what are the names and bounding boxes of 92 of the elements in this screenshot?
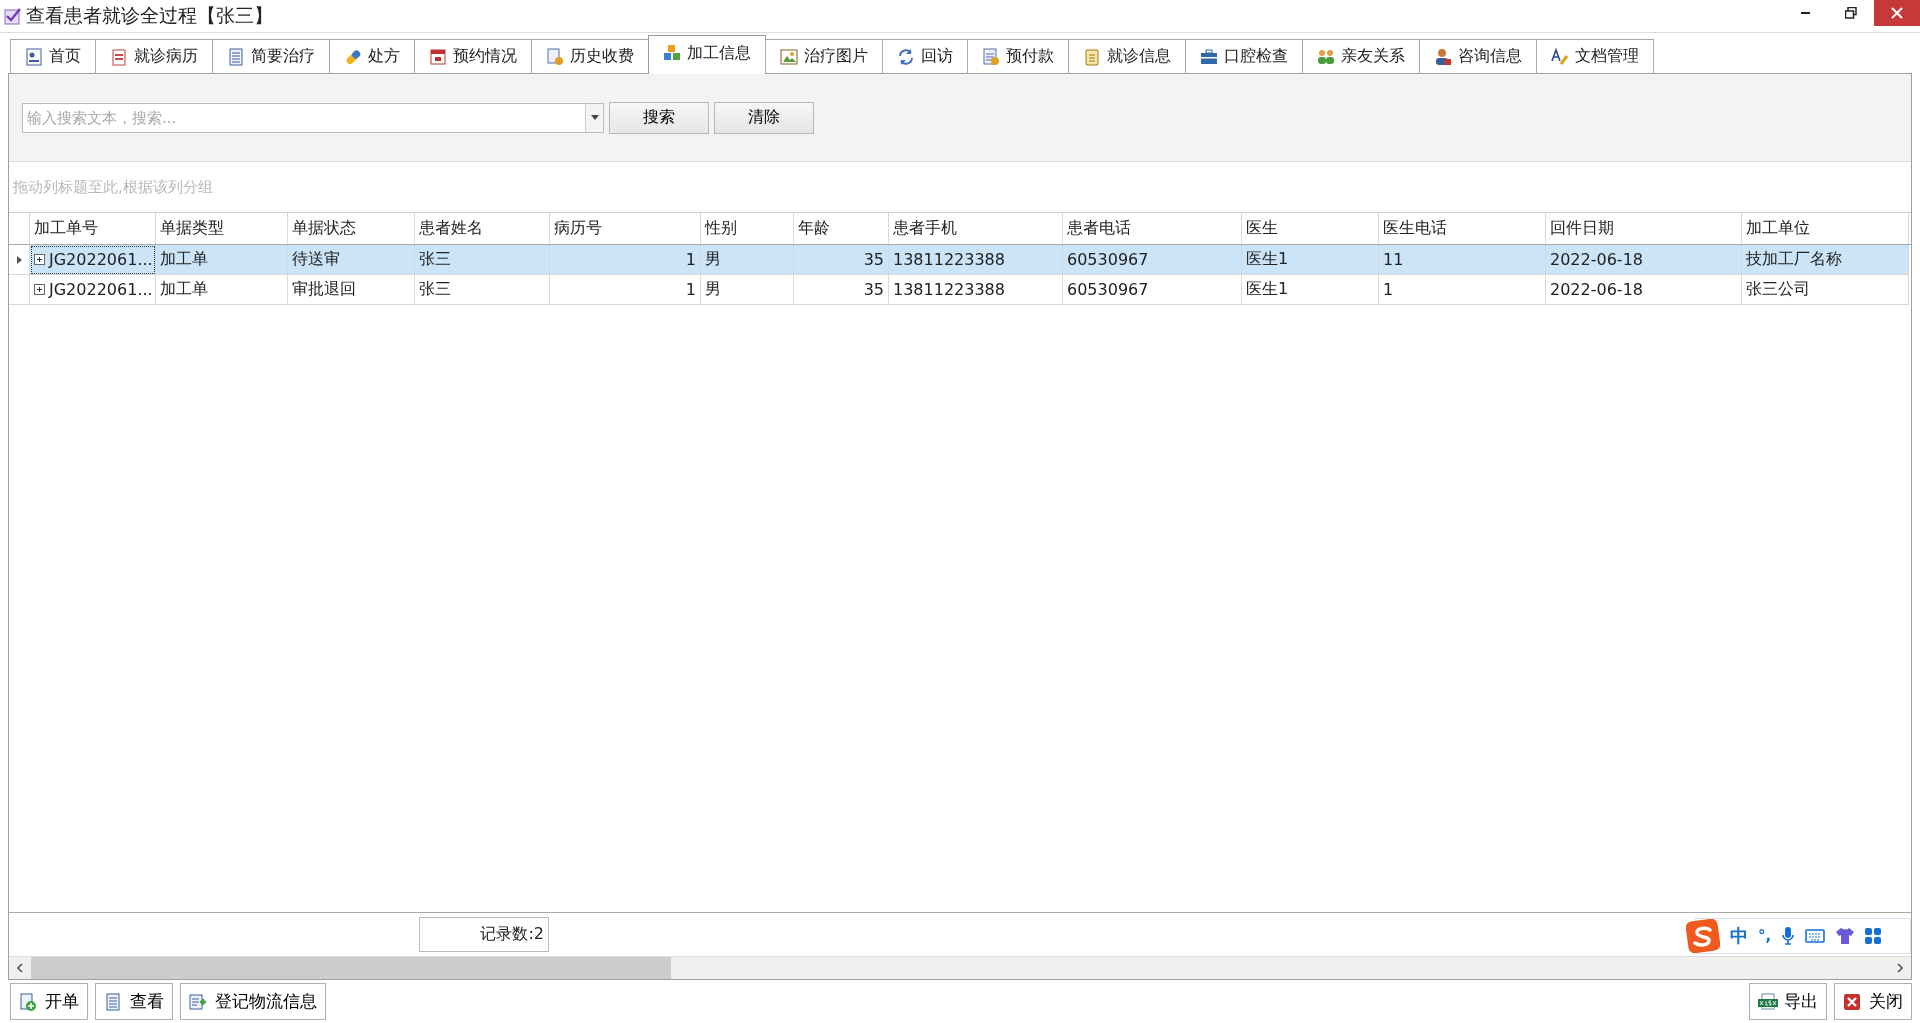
column-header[interactable]: 加工单位: [1742, 213, 1909, 244]
column-header[interactable]: 单据类型: [156, 213, 288, 244]
table-row[interactable]: JG2022061... 加工单 审批退回 张三 1 男 35 13811223388 60530967 医生1 1 2022-06-18 张三公司: [9, 275, 1911, 305]
scroll-left-icon: [17, 963, 23, 973]
table-cell: 35: [794, 275, 889, 305]
export-button[interactable]: 导出: [1749, 983, 1827, 1020]
order-number: JG2022061...: [49, 250, 153, 269]
table-cell: 技加工厂名称: [1742, 245, 1909, 275]
caret-icon: [590, 115, 599, 120]
keyboard-icon: [1805, 929, 1826, 943]
notepad-icon: [1083, 47, 1101, 66]
scrollbar-thumb[interactable]: [31, 957, 671, 979]
view-button[interactable]: 查看: [95, 983, 173, 1020]
language-mode-toggle[interactable]: 中: [1730, 924, 1748, 948]
column-header[interactable]: 性别: [701, 213, 794, 244]
search-button[interactable]: 搜索: [609, 101, 709, 134]
id-card-icon: [25, 47, 43, 66]
table-cell: 13811223388: [889, 245, 1063, 275]
column-header[interactable]: 患者姓名: [415, 213, 550, 244]
scroll-right-icon: [1897, 963, 1903, 973]
table-cell: 2022-06-18: [1546, 275, 1742, 305]
table-cell: 医生1: [1242, 245, 1379, 275]
table-cell: 13811223388: [889, 275, 1063, 305]
table-cell: 1: [550, 245, 701, 275]
close-button[interactable]: [1874, 0, 1920, 26]
table-cell: 11: [1379, 245, 1546, 275]
order-number: JG2022061...: [49, 280, 153, 299]
tab[interactable]: 首页: [10, 39, 96, 73]
image-icon: [780, 47, 798, 66]
add-document-icon: [19, 992, 39, 1011]
table-cell: 待送审: [288, 245, 415, 275]
shirt-icon: [1835, 927, 1856, 945]
tab[interactable]: 治疗图片: [765, 39, 883, 73]
microphone-icon: [1781, 926, 1796, 946]
column-header[interactable]: 患者手机: [889, 213, 1063, 244]
table-cell: 60530967: [1063, 245, 1242, 275]
column-header[interactable]: 年龄: [794, 213, 889, 244]
table-cell: 张三公司: [1742, 275, 1909, 305]
dropdown-button[interactable]: [585, 102, 604, 133]
row-pointer-icon: [16, 255, 22, 264]
minimize-icon: [1800, 12, 1810, 14]
table-cell: 加工单: [156, 275, 288, 305]
people-icon: [1317, 47, 1335, 66]
column-header[interactable]: 患者电话: [1063, 213, 1242, 244]
table-cell: 男: [701, 245, 794, 275]
new-order-button[interactable]: 开单: [10, 983, 88, 1020]
tab[interactable]: 文档管理: [1536, 39, 1654, 73]
table-cell: 男: [701, 275, 794, 305]
column-header[interactable]: 加工单号: [30, 213, 156, 244]
column-header[interactable]: 回件日期: [1546, 213, 1742, 244]
table-cell: 35: [794, 245, 889, 275]
spreadsheet-icon: [1758, 992, 1778, 1011]
punctuation-toggle[interactable]: °,: [1758, 927, 1772, 945]
calendar-icon: [429, 47, 447, 66]
expand-icon: [34, 284, 45, 295]
refresh-icon: [897, 47, 915, 66]
edit-document-icon: [189, 992, 209, 1011]
clear-button[interactable]: 清除: [714, 101, 814, 134]
register-logistics-button[interactable]: 登记物流信息: [180, 983, 326, 1020]
person-icon: [1434, 47, 1452, 66]
tab[interactable]: 加工信息: [648, 35, 766, 74]
column-header[interactable]: 医生: [1242, 213, 1379, 244]
record-count: 记录数:2: [419, 917, 549, 952]
restore-icon: [1845, 7, 1857, 19]
checklist-icon: [4, 7, 22, 25]
table-cell: 60530967: [1063, 275, 1242, 305]
document-icon: [227, 47, 245, 66]
search-field[interactable]: 输入搜索文本，搜索...: [22, 102, 585, 133]
table-cell: 张三: [415, 275, 550, 305]
table-cell: 1: [550, 275, 701, 305]
table-cell: 1: [1379, 275, 1546, 305]
close-box-icon: [1843, 992, 1863, 1011]
cubes-icon: [663, 44, 681, 62]
horizontal-scrollbar[interactable]: [9, 956, 1911, 979]
table-cell: 医生1: [1242, 275, 1379, 305]
column-header[interactable]: 病历号: [550, 213, 701, 244]
table-cell: 加工单: [156, 245, 288, 275]
close-button[interactable]: 关闭: [1834, 983, 1912, 1020]
close-icon: [1891, 7, 1903, 19]
table-cell: 张三: [415, 245, 550, 275]
group-by-hint: 拖动列标题至此,根据该列分组: [12, 176, 214, 198]
table-cell: 审批退回: [288, 275, 415, 305]
table-row[interactable]: JG2022061... 加工单 待送审 张三 1 男 35 13811223388 60530967 医生1 11 2022-06-18 技加工厂名称: [9, 245, 1911, 275]
window-title: 查看患者就诊全过程【张三】: [26, 3, 274, 28]
spelling-icon: [1551, 47, 1569, 66]
table-cell: 2022-06-18: [1546, 245, 1742, 275]
expand-icon: [34, 254, 45, 265]
clipboard-icon: [110, 47, 128, 66]
grid-icon: [1865, 928, 1882, 944]
column-header[interactable]: 单据状态: [288, 213, 415, 244]
column-header[interactable]: 医生电话: [1379, 213, 1546, 244]
briefcase-icon: [1200, 47, 1218, 66]
